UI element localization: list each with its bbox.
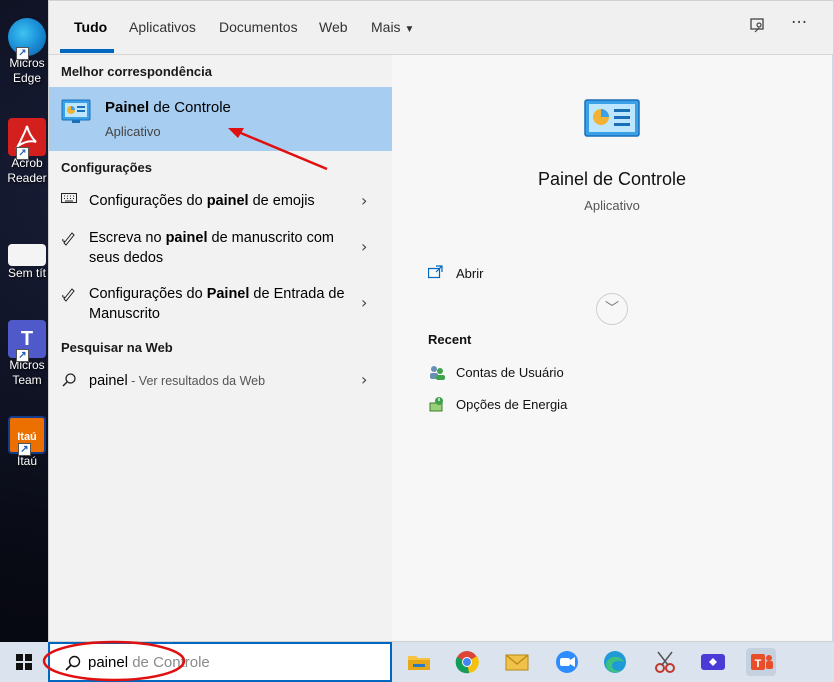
settings-result-label-post: de emojis	[248, 193, 315, 209]
snipping-tool-icon[interactable]	[650, 648, 680, 676]
control-panel-icon	[61, 99, 91, 125]
desktop-icon-acrobat[interactable]: ↗ Acrob Reader	[4, 118, 50, 186]
settings-result-emoji-panel[interactable]: Configurações do painel de emojis ›	[49, 189, 392, 223]
settings-result-label-bold: painel	[165, 230, 208, 246]
tab-aplicativos[interactable]: Aplicativos	[129, 19, 196, 35]
recent-heading: Recent	[428, 332, 472, 347]
edge-icon[interactable]	[600, 648, 630, 676]
tab-documentos[interactable]: Documentos	[219, 19, 298, 35]
itau-logo: Itaú	[17, 431, 37, 443]
active-tab-indicator	[60, 49, 114, 53]
desktop-icon-label: Itaú	[16, 454, 37, 468]
settings-result-label: Escreva no painel de manuscrito com seus…	[89, 228, 349, 268]
more-options-icon[interactable]: ···	[791, 13, 807, 33]
start-search-panel: Tudo Aplicativos Documentos Web Mais ▼ ·…	[48, 0, 833, 642]
recent-item-label: Opções de Energia	[456, 397, 568, 412]
settings-result-label-pre: Configurações do	[89, 286, 207, 302]
preview-app-type: Aplicativo	[584, 198, 640, 213]
desktop-icon-itau[interactable]: Itaú ↗ Itaú	[4, 416, 50, 469]
web-search-query: painel	[89, 373, 128, 389]
settings-result-label-bold: painel	[206, 193, 249, 209]
taskbar-search-box[interactable]: painel de Controle	[48, 642, 392, 682]
tab-tudo[interactable]: Tudo	[74, 19, 107, 35]
desktop-icon-edge[interactable]: ↗ Micros Edge	[4, 18, 50, 86]
open-icon	[427, 265, 446, 281]
power-options-icon	[428, 396, 446, 412]
search-icon	[61, 372, 77, 388]
taskbar: painel de Controle T	[0, 642, 834, 682]
settings-result-label-pre: Configurações do	[89, 193, 207, 209]
preview-pane: Painel de Controle Aplicativo Abrir ﹀ Re…	[392, 55, 832, 641]
best-match-result[interactable]: Painel de Controle Aplicativo	[49, 87, 392, 151]
control-panel-large-icon	[584, 99, 640, 139]
best-match-heading: Melhor correspondência	[61, 64, 212, 79]
open-label: Abrir	[456, 266, 484, 281]
chevron-right-icon[interactable]: ›	[361, 370, 367, 389]
web-search-result[interactable]: painel - Ver resultados da Web ›	[49, 370, 392, 400]
chevron-right-icon[interactable]: ›	[361, 237, 367, 256]
keyboard-icon	[61, 192, 77, 208]
settings-result-label: Configurações do Painel de Entrada de Ma…	[89, 284, 349, 324]
remote-app-icon[interactable]	[698, 648, 728, 676]
shortcut-arrow-icon: ↗	[16, 47, 29, 60]
pen-icon	[61, 230, 77, 246]
settings-heading: Configurações	[61, 160, 153, 175]
search-icon	[64, 654, 82, 672]
best-match-title: Painel de Controle	[105, 99, 231, 116]
search-tabs-bar: Tudo Aplicativos Documentos Web Mais ▼ ·…	[49, 1, 833, 55]
settings-result-label-bold: Painel	[206, 286, 250, 302]
zoom-icon[interactable]	[552, 648, 582, 676]
settings-result-label-pre: Escreva no	[89, 230, 166, 246]
desktop-icon-label: Edge	[12, 71, 42, 85]
acrobat-icon: ↗	[8, 118, 46, 160]
desktop-icon-label: Team	[12, 373, 42, 387]
teams-icon[interactable]: T	[746, 648, 776, 676]
chevron-down-icon: ﹀	[605, 301, 619, 317]
pen-icon	[61, 286, 77, 302]
chrome-icon[interactable]	[452, 648, 482, 676]
svg-text:T: T	[755, 658, 762, 670]
best-match-title-bold: Painel	[105, 99, 150, 116]
settings-result-label: Configurações do painel de emojis	[89, 191, 349, 211]
mail-icon[interactable]	[502, 648, 532, 676]
expand-chevron-button[interactable]: ﹀	[596, 293, 628, 325]
desktop-icon-label: Sem tít	[7, 266, 46, 280]
search-autocomplete-text: de Controle	[128, 654, 210, 671]
document-icon	[8, 244, 46, 266]
teams-icon: T ↗	[8, 320, 46, 362]
start-button[interactable]	[0, 642, 48, 682]
windows-logo-icon	[16, 654, 32, 670]
shortcut-arrow-icon: ↗	[16, 147, 29, 160]
file-explorer-icon[interactable]	[404, 648, 434, 676]
tab-mais-label: Mais	[371, 19, 401, 35]
settings-result-handwriting[interactable]: Escreva no painel de manuscrito com seus…	[49, 227, 392, 275]
tab-mais[interactable]: Mais ▼	[371, 19, 414, 35]
chevron-right-icon[interactable]: ›	[361, 191, 367, 210]
preview-app-name: Painel de Controle	[537, 169, 687, 189]
tab-web[interactable]: Web	[319, 19, 348, 35]
chevron-down-icon: ▼	[404, 24, 415, 35]
chevron-right-icon[interactable]: ›	[361, 293, 367, 312]
web-search-label: painel - Ver resultados da Web	[89, 371, 349, 391]
search-input[interactable]: painel de Controle	[88, 654, 210, 671]
desktop-icon-label: Reader	[7, 171, 47, 185]
desktop-icon-teams[interactable]: T ↗ Micros Team	[4, 320, 50, 388]
feedback-icon[interactable]	[749, 17, 767, 40]
recent-item-label: Contas de Usuário	[456, 365, 564, 380]
user-accounts-icon	[428, 364, 446, 380]
web-search-heading: Pesquisar na Web	[61, 340, 173, 355]
shortcut-arrow-icon: ↗	[18, 443, 31, 456]
best-match-subtitle: Aplicativo	[105, 124, 161, 139]
itau-icon: Itaú ↗	[8, 416, 46, 456]
web-search-suffix: - Ver resultados da Web	[127, 374, 266, 388]
settings-result-pen-input-panel[interactable]: Configurações do Painel de Entrada de Ma…	[49, 283, 392, 331]
desktop-icon-untitled[interactable]: Sem tít	[4, 238, 50, 281]
best-match-title-rest: de Controle	[149, 99, 231, 116]
search-typed-text: painel	[88, 654, 129, 671]
shortcut-arrow-icon: ↗	[16, 349, 29, 362]
results-pane: Melhor correspondência Painel de Control…	[49, 55, 392, 641]
edge-icon: ↗	[8, 18, 46, 60]
